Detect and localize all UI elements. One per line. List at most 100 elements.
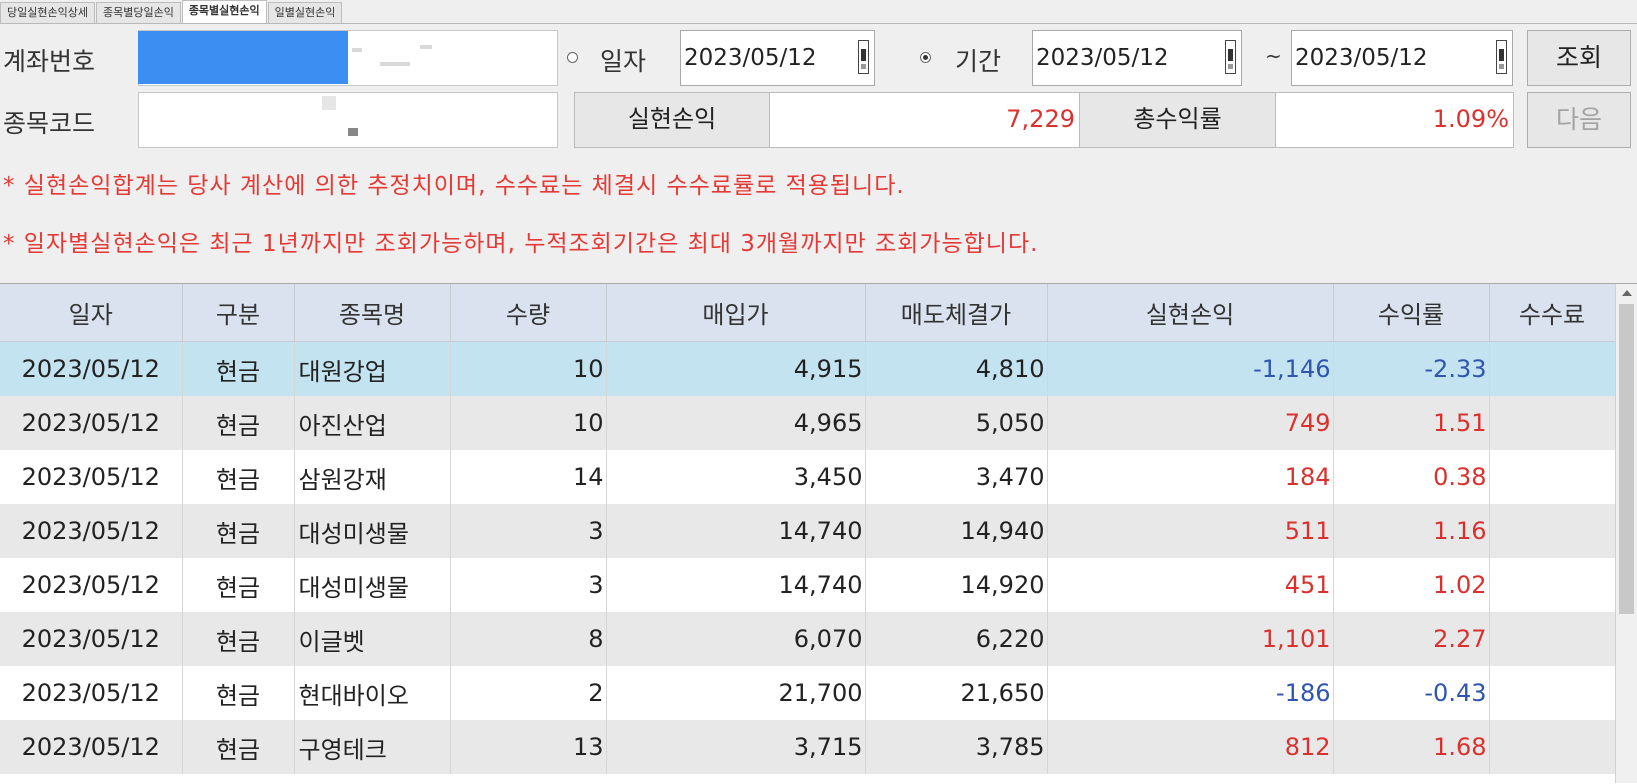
stock-code-label: 종목코드: [3, 109, 96, 138]
cell-type: 현금: [182, 341, 295, 396]
account-masked-fragment: [380, 62, 410, 66]
table-row[interactable]: 2023/05/12 현금 아진산업 10 4,965 5,050 749 1.51: [0, 396, 1616, 450]
cell-realized-pnl: 511: [1047, 504, 1334, 558]
realized-pnl-grid: 일자 구분 종목명 수량 매입가 매도체결가 실현손익 수익률 수수료 2023…: [0, 283, 1637, 784]
tab-daily-realized-pnl[interactable]: 일별실현손익: [267, 2, 343, 23]
col-header-fee[interactable]: 수수료: [1489, 284, 1616, 342]
radio-date[interactable]: [567, 52, 578, 63]
calendar-icon[interactable]: [1496, 40, 1507, 74]
cell-return-rate: 1.68: [1333, 720, 1490, 774]
cell-date: 2023/05/12: [0, 504, 183, 558]
query-button[interactable]: 조회: [1527, 30, 1631, 86]
scroll-up-arrow-icon[interactable]: [1622, 290, 1632, 296]
cell-stock-name: 아진산업: [294, 396, 451, 450]
date-value: 2023/05/12: [684, 45, 817, 71]
tab-bar: 당일실현손익상세 종목별당일손익 종목별실현손익 일별실현손익: [0, 0, 1637, 24]
table-row[interactable]: 2023/05/12 현금 삼원강재 14 3,450 3,470 184 0.38: [0, 450, 1616, 504]
cell-buy-price: 4,915: [606, 341, 866, 396]
col-header-buy-price[interactable]: 매입가: [606, 284, 866, 342]
cell-quantity: 10: [450, 396, 607, 450]
period-separator: ~: [1265, 44, 1282, 68]
tab-stock-realized-pnl[interactable]: 종목별실현손익: [181, 0, 267, 23]
period-end-input[interactable]: 2023/05/12: [1291, 30, 1513, 86]
account-masked-fragment: [420, 45, 432, 49]
cell-fee: [1489, 341, 1616, 396]
account-number-masked: [138, 31, 348, 84]
cell-type: 현금: [182, 450, 295, 504]
notice-estimate: * 실현손익합계는 당사 계산에 의한 추정치이며, 수수료는 체결시 수수료률…: [3, 173, 905, 199]
radio-date-label: 일자: [600, 47, 647, 76]
radio-period-label: 기간: [955, 47, 1002, 76]
cell-sell-price: 21,650: [865, 666, 1048, 720]
realized-pnl-value: 7,229: [770, 92, 1080, 148]
col-header-realized-pnl[interactable]: 실현손익: [1047, 284, 1334, 342]
cell-stock-name: 구영테크: [294, 720, 451, 774]
account-masked-fragment: [352, 48, 362, 52]
stock-code-input[interactable]: [138, 92, 558, 148]
cell-quantity: 10: [450, 341, 607, 396]
realized-pnl-table: 일자 구분 종목명 수량 매입가 매도체결가 실현손익 수익률 수수료 2023…: [0, 284, 1616, 774]
cell-sell-price: 6,220: [865, 612, 1048, 666]
cell-fee: [1489, 396, 1616, 450]
table-row[interactable]: 2023/05/12 현금 대성미생물 3 14,740 14,940 511 1.16: [0, 504, 1616, 558]
cell-buy-price: 4,965: [606, 396, 866, 450]
cell-realized-pnl: 451: [1047, 558, 1334, 612]
cell-return-rate: 0.38: [1333, 450, 1490, 504]
table-row[interactable]: 2023/05/12 현금 구영테크 13 3,715 3,785 812 1.68: [0, 720, 1616, 774]
tab-stock-daily-pnl[interactable]: 종목별당일손익: [95, 2, 181, 23]
cell-buy-price: 14,740: [606, 558, 866, 612]
cell-realized-pnl: -186: [1047, 666, 1334, 720]
calendar-icon[interactable]: [1225, 40, 1236, 74]
cell-fee: [1489, 558, 1616, 612]
tab-daily-realized-detail[interactable]: 당일실현손익상세: [0, 2, 95, 23]
cell-quantity: 3: [450, 504, 607, 558]
cell-fee: [1489, 504, 1616, 558]
cell-buy-price: 14,740: [606, 504, 866, 558]
cell-type: 현금: [182, 666, 295, 720]
cell-fee: [1489, 720, 1616, 774]
cell-date: 2023/05/12: [0, 720, 183, 774]
period-start-input[interactable]: 2023/05/12: [1032, 30, 1242, 86]
cell-return-rate: 1.02: [1333, 558, 1490, 612]
cell-date: 2023/05/12: [0, 450, 183, 504]
table-row[interactable]: 2023/05/12 현금 대원강업 10 4,915 4,810 -1,146 -2.33: [0, 341, 1616, 396]
cell-quantity: 8: [450, 612, 607, 666]
table-row[interactable]: 2023/05/12 현금 현대바이오 2 21,700 21,650 -186 -0.43: [0, 666, 1616, 720]
cell-type: 현금: [182, 396, 295, 450]
next-button[interactable]: 다음: [1527, 92, 1631, 148]
cell-quantity: 3: [450, 558, 607, 612]
cell-realized-pnl: 1,101: [1047, 612, 1334, 666]
cell-buy-price: 6,070: [606, 612, 866, 666]
scroll-thumb[interactable]: [1619, 304, 1634, 614]
total-return-value: 1.09%: [1276, 92, 1514, 148]
cell-return-rate: -0.43: [1333, 666, 1490, 720]
cell-fee: [1489, 450, 1616, 504]
col-header-type[interactable]: 구분: [182, 284, 295, 342]
notice-period-limit: * 일자별실현손익은 최근 1년까지만 조회가능하며, 누적조회기간은 최대 3…: [3, 231, 1039, 257]
cell-stock-name: 대성미생물: [294, 558, 451, 612]
col-header-return-rate[interactable]: 수익률: [1333, 284, 1490, 342]
stock-code-masked-fragment: [348, 128, 358, 136]
col-header-date[interactable]: 일자: [0, 284, 183, 342]
cell-realized-pnl: 749: [1047, 396, 1334, 450]
date-input[interactable]: 2023/05/12: [680, 30, 875, 86]
vertical-scrollbar[interactable]: [1615, 284, 1637, 783]
col-header-quantity[interactable]: 수량: [450, 284, 607, 342]
cell-date: 2023/05/12: [0, 666, 183, 720]
cell-realized-pnl: 812: [1047, 720, 1334, 774]
cell-date: 2023/05/12: [0, 612, 183, 666]
cell-date: 2023/05/12: [0, 341, 183, 396]
cell-sell-price: 5,050: [865, 396, 1048, 450]
cell-stock-name: 현대바이오: [294, 666, 451, 720]
col-header-stock-name[interactable]: 종목명: [294, 284, 451, 342]
radio-period[interactable]: [920, 52, 931, 63]
cell-return-rate: 2.27: [1333, 612, 1490, 666]
table-row[interactable]: 2023/05/12 현금 이글벳 8 6,070 6,220 1,101 2.27: [0, 612, 1616, 666]
cell-sell-price: 3,785: [865, 720, 1048, 774]
cell-stock-name: 이글벳: [294, 612, 451, 666]
cell-quantity: 14: [450, 450, 607, 504]
table-row[interactable]: 2023/05/12 현금 대성미생물 3 14,740 14,920 451 1.02: [0, 558, 1616, 612]
cell-type: 현금: [182, 558, 295, 612]
col-header-sell-price[interactable]: 매도체결가: [865, 284, 1048, 342]
calendar-icon[interactable]: [858, 40, 869, 74]
